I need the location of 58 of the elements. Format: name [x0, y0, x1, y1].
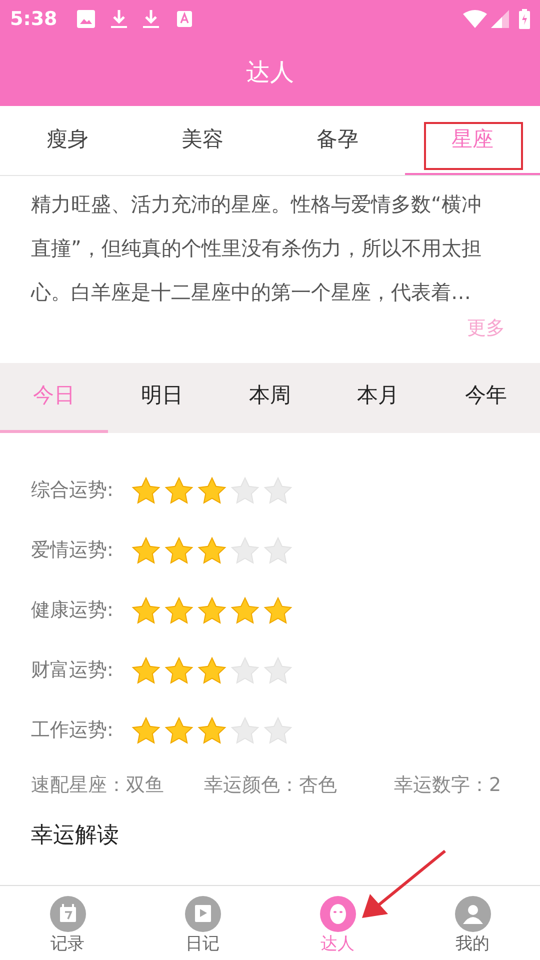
- mask-icon: [320, 896, 356, 932]
- star-icon: [263, 716, 293, 746]
- signal-icon: [491, 10, 509, 28]
- nav-item[interactable]: 我的: [405, 886, 540, 960]
- period-tab[interactable]: 今年: [432, 362, 540, 432]
- star-icon: [263, 656, 293, 686]
- category-tab[interactable]: 美容: [135, 106, 270, 175]
- fortune-label: 财富运势:: [31, 658, 114, 684]
- star-icon: [197, 716, 227, 746]
- star-icon: [197, 536, 227, 566]
- star-icon: [131, 656, 161, 686]
- star-icon: [230, 536, 260, 566]
- fortune-label: 工作运势:: [31, 718, 114, 744]
- period-tab[interactable]: 明日: [108, 362, 216, 432]
- star-icon: [131, 476, 161, 506]
- battery-icon: [519, 9, 530, 29]
- star-icon: [230, 656, 260, 686]
- star-icon: [230, 476, 260, 506]
- star-icon: [197, 656, 227, 686]
- fortune-label: 健康运势:: [31, 598, 114, 624]
- calendar-icon: [50, 896, 86, 932]
- section-title: 幸运解读: [31, 822, 119, 848]
- period-tab[interactable]: 本月: [324, 362, 432, 432]
- star-icon: [164, 476, 194, 506]
- star-icon: [263, 536, 293, 566]
- wifi-icon: [463, 10, 487, 28]
- play-book-icon: [184, 896, 220, 932]
- star-icon: [164, 716, 194, 746]
- star-icon: [197, 476, 227, 506]
- fortune-label: 爱情运势:: [31, 538, 114, 564]
- star-icon: [164, 596, 194, 626]
- star-icon: [131, 716, 161, 746]
- info-text: 幸运颜色：杏色: [204, 772, 338, 798]
- image-icon: [77, 10, 96, 28]
- period-tab[interactable]: 本周: [216, 362, 324, 432]
- star-icon: [131, 596, 161, 626]
- download-icon: [111, 9, 128, 29]
- star-icon: [263, 596, 293, 626]
- info-text: 幸运数字：2: [394, 772, 502, 798]
- page-title: 达人: [246, 57, 294, 88]
- fortune-label: 综合运势:: [31, 478, 114, 504]
- star-icon: [197, 596, 227, 626]
- category-tab[interactable]: 瘦身: [0, 106, 135, 175]
- description-text: 精力旺盛、活力充沛的星座。性格与爱情多数“横冲直撞”，但纯真的个性里没有杀伤力，所以不用太担心。白羊座是十二星座中的第一个星座，代表着…: [31, 191, 482, 306]
- nav-item[interactable]: 日记: [135, 886, 270, 960]
- star-icon: [263, 476, 293, 506]
- category-tab[interactable]: 备孕: [270, 106, 405, 175]
- info-text: 速配星座：双鱼: [31, 772, 165, 798]
- person-icon: [454, 896, 490, 932]
- download-icon: [143, 9, 160, 29]
- star-icon: [230, 596, 260, 626]
- star-icon: [230, 716, 260, 746]
- nav-item[interactable]: 记录: [0, 886, 135, 960]
- status-time: 5:38: [10, 6, 58, 32]
- font-icon: [177, 11, 192, 27]
- star-icon: [164, 536, 194, 566]
- star-icon: [164, 656, 194, 686]
- star-icon: [131, 536, 161, 566]
